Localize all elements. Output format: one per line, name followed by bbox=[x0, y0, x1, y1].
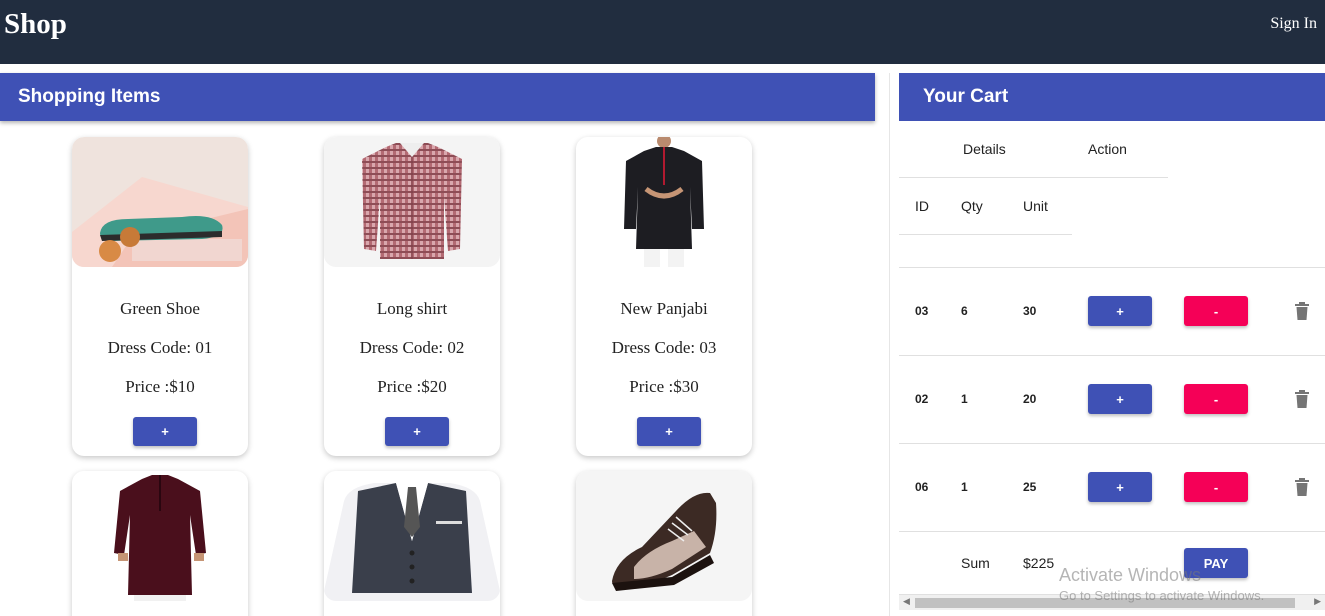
add-to-cart-button[interactable]: + bbox=[133, 417, 197, 446]
black-panjabi-image bbox=[576, 137, 752, 267]
scroll-left-arrow-icon[interactable]: ◀ bbox=[903, 597, 910, 607]
cart-row-qty: 6 bbox=[961, 304, 968, 318]
cart-row-unit: 20 bbox=[1023, 392, 1037, 406]
header-divider bbox=[899, 177, 1168, 178]
decrease-qty-button[interactable]: - bbox=[1184, 472, 1248, 502]
product-name: Long shirt bbox=[376, 299, 448, 318]
delete-icon[interactable] bbox=[1294, 302, 1310, 320]
watermark-line-2: Go to Settings to activate Windows. bbox=[1059, 588, 1265, 603]
sum-label: Sum bbox=[961, 555, 990, 571]
product-name: New Panjabi bbox=[620, 299, 708, 318]
header-unit: Unit bbox=[1023, 198, 1048, 214]
product-code: Dress Code: 01 bbox=[107, 338, 213, 357]
sum-value: $225 bbox=[1023, 555, 1055, 571]
increase-qty-button[interactable]: + bbox=[1088, 472, 1152, 502]
leather-shoe-image bbox=[576, 471, 752, 601]
windows-activation-watermark: Activate Windows Go to Settings to activ… bbox=[1059, 565, 1264, 603]
row-divider bbox=[899, 443, 1325, 444]
scroll-right-arrow-icon[interactable]: ▶ bbox=[1314, 597, 1321, 607]
delete-icon[interactable] bbox=[1294, 390, 1310, 408]
cart-row-qty: 1 bbox=[961, 392, 968, 406]
cart-table: Details Action ID Qty Unit 03 6 30 + - 0… bbox=[899, 121, 1325, 616]
brand-title: Shop bbox=[4, 8, 67, 40]
add-to-cart-button[interactable]: + bbox=[637, 417, 701, 446]
cart-row-unit: 25 bbox=[1023, 480, 1037, 494]
increase-qty-button[interactable]: + bbox=[1088, 384, 1152, 414]
product-price: Price :$20 bbox=[377, 377, 447, 396]
top-app-bar: Shop Sign In bbox=[0, 0, 1325, 64]
product-card-maroon-panjabi bbox=[72, 471, 248, 616]
cart-row-id: 06 bbox=[915, 480, 929, 494]
waistcoat-image bbox=[324, 471, 500, 601]
decrease-qty-button[interactable]: - bbox=[1184, 384, 1248, 414]
row-divider bbox=[899, 355, 1325, 356]
product-card-long-shirt: Long shirt Dress Code: 02 Price :$20 + bbox=[324, 137, 500, 456]
maroon-panjabi-image bbox=[72, 471, 248, 601]
decrease-qty-button[interactable]: - bbox=[1184, 296, 1248, 326]
product-name: Green Shoe bbox=[120, 299, 200, 318]
cart-row-unit: 30 bbox=[1023, 304, 1037, 318]
header-qty: Qty bbox=[961, 198, 983, 214]
cart-row-id: 02 bbox=[915, 392, 929, 406]
increase-qty-button[interactable]: + bbox=[1088, 296, 1152, 326]
product-price: Price :$10 bbox=[125, 377, 195, 396]
watermark-line-1: Activate Windows bbox=[1059, 565, 1202, 585]
row-divider bbox=[899, 531, 1325, 532]
header-details: Details bbox=[963, 141, 1006, 157]
product-code: Dress Code: 03 bbox=[611, 338, 717, 357]
header-action: Action bbox=[1088, 141, 1127, 157]
header-id: ID bbox=[915, 198, 929, 214]
shopping-items-header: Shopping Items bbox=[0, 73, 875, 121]
product-price: Price :$30 bbox=[629, 377, 699, 396]
header-divider bbox=[899, 234, 1072, 235]
panel-divider bbox=[889, 73, 890, 616]
product-card-leather-shoe bbox=[576, 471, 752, 616]
cart-row-id: 03 bbox=[915, 304, 929, 318]
checked-shirt-image bbox=[324, 137, 500, 267]
add-to-cart-button[interactable]: + bbox=[385, 417, 449, 446]
green-shoe-image bbox=[72, 137, 248, 267]
product-card-waistcoat bbox=[324, 471, 500, 616]
product-card-green-shoe: Green Shoe Dress Code: 01 Price :$10 + bbox=[72, 137, 248, 456]
product-code: Dress Code: 02 bbox=[359, 338, 465, 357]
cart-header: Your Cart bbox=[899, 73, 1325, 121]
sign-in-link[interactable]: Sign In bbox=[1270, 15, 1317, 33]
header-divider bbox=[899, 267, 1325, 268]
delete-icon[interactable] bbox=[1294, 478, 1310, 496]
cart-row-qty: 1 bbox=[961, 480, 968, 494]
product-card-new-panjabi: New Panjabi Dress Code: 03 Price :$30 + bbox=[576, 137, 752, 456]
